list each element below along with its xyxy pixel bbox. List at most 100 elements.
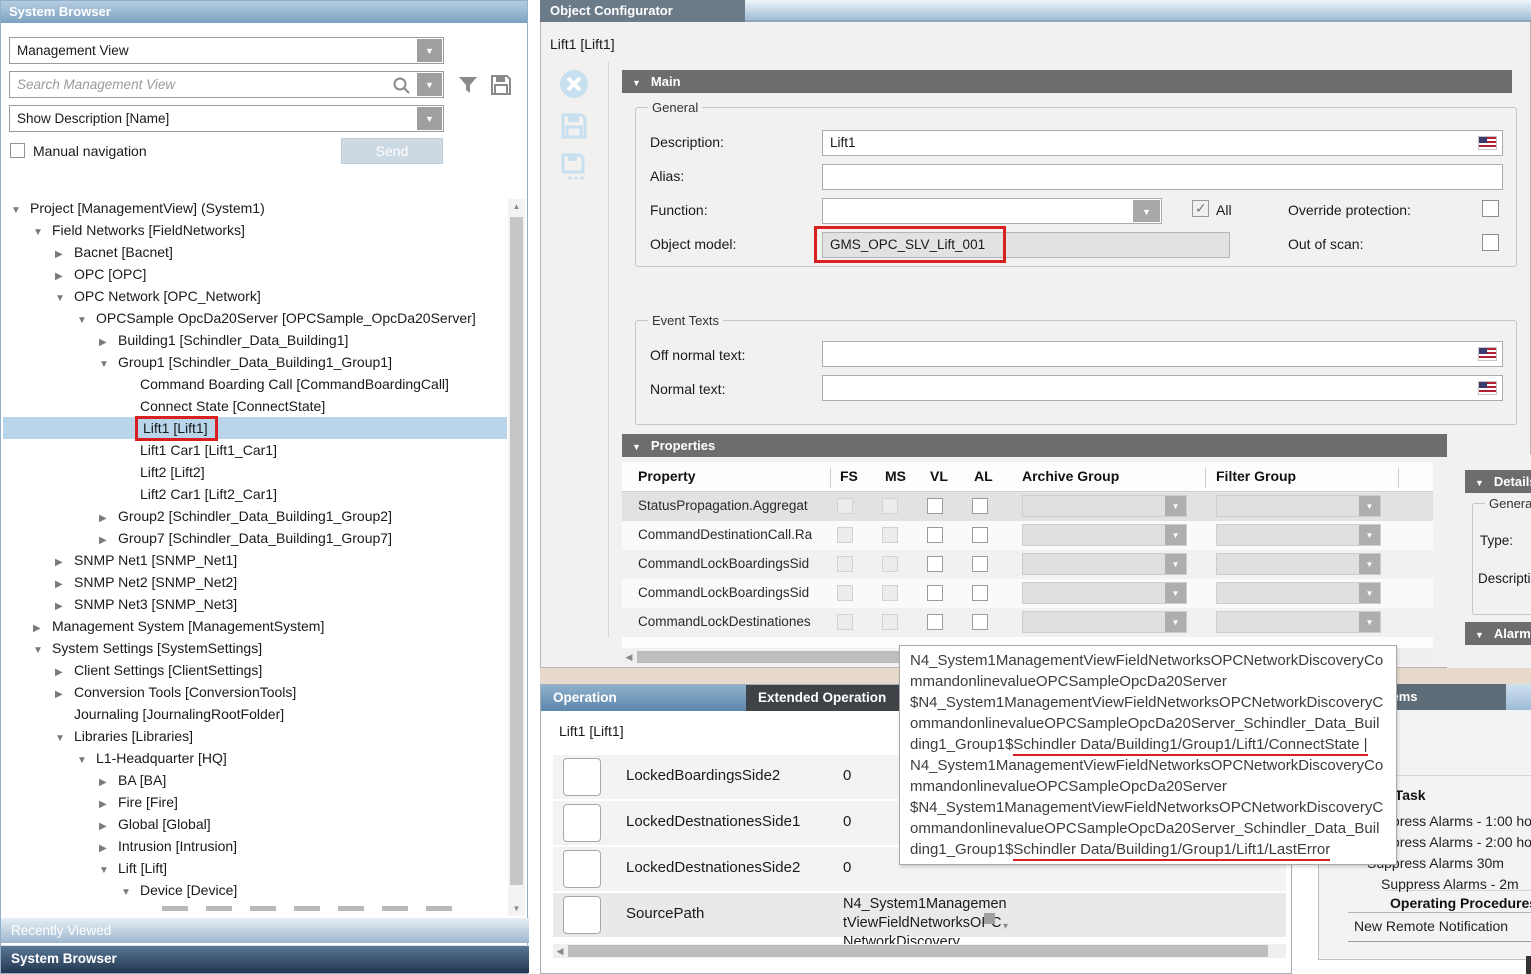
related-item[interactable]: Suppress Alarms - 2m (1381, 876, 1519, 892)
save-icon[interactable] (560, 112, 588, 140)
tree-item[interactable]: ▶SNMP Net1 [SNMP_Net1] (3, 549, 507, 571)
alarms-section-header[interactable]: ▼Alarms (1465, 622, 1531, 645)
tree-item[interactable]: ▶BA [BA] (3, 769, 507, 791)
search-icon[interactable] (392, 76, 411, 95)
tree-item[interactable] (3, 901, 507, 916)
al-checkbox[interactable] (972, 498, 988, 514)
tree-scrollbar[interactable]: ▲ ▼ (508, 199, 525, 916)
expanded-arrow-icon[interactable]: ▼ (55, 728, 74, 750)
scroll-up-icon[interactable]: ▲ (508, 202, 525, 211)
tree-item[interactable]: ▼OPC Network [OPC_Network] (3, 285, 507, 307)
filter-group-dropdown[interactable]: ▼ (1216, 611, 1381, 633)
operation-row[interactable]: SourcePathN4_System1ManagementViewFieldN… (553, 893, 1286, 937)
all-checkbox[interactable] (1192, 200, 1209, 217)
tree-item[interactable]: ▼System Settings [SystemSettings] (3, 637, 507, 659)
tree-item[interactable]: ▶Fire [Fire] (3, 791, 507, 813)
tab-extended-operation[interactable]: Extended Operation (746, 685, 901, 711)
scrollbar-thumb[interactable] (568, 945, 1268, 957)
tree-item[interactable]: Lift2 Car1 [Lift2_Car1] (3, 483, 507, 505)
archive-group-dropdown[interactable]: ▼ (1022, 553, 1187, 575)
tree-item[interactable]: ▶Conversion Tools [ConversionTools] (3, 681, 507, 703)
column-property[interactable]: Property (638, 468, 696, 484)
function-combobox[interactable]: ▼ (822, 198, 1162, 224)
discard-changes-icon[interactable] (558, 68, 590, 100)
search-input[interactable]: Search Management View ▼ (9, 71, 444, 98)
properties-section-header[interactable]: ▼Properties (622, 434, 1447, 457)
vl-checkbox[interactable] (927, 585, 943, 601)
tree-item[interactable]: ▼Field Networks [FieldNetworks] (3, 219, 507, 241)
tree-item[interactable]: ▶Management System [ManagementSystem] (3, 615, 507, 637)
column-archive-group[interactable]: Archive Group (1022, 468, 1119, 484)
tree-item[interactable]: ▶SNMP Net3 [SNMP_Net3] (3, 593, 507, 615)
expanded-arrow-icon[interactable]: ▼ (33, 640, 52, 662)
filter-group-dropdown[interactable]: ▼ (1216, 524, 1381, 546)
tree-item[interactable]: ▼Lift [Lift] (3, 857, 507, 879)
filter-group-dropdown[interactable]: ▼ (1216, 553, 1381, 575)
main-section-header[interactable]: ▼Main (622, 70, 1512, 93)
language-flag-icon[interactable] (1479, 137, 1496, 149)
chevron-down-icon[interactable]: ▼ (1165, 612, 1186, 632)
alias-field[interactable] (822, 164, 1503, 190)
vl-checkbox[interactable] (927, 556, 943, 572)
expanded-arrow-icon[interactable]: ▼ (55, 288, 74, 310)
description-field[interactable]: Lift1 (822, 130, 1503, 156)
tree-item[interactable]: ▶Intrusion [Intrusion] (3, 835, 507, 857)
off-normal-text-field[interactable] (822, 341, 1503, 367)
tree-item[interactable]: ▶Group2 [Schindler_Data_Building1_Group2… (3, 505, 507, 527)
chevron-down-icon[interactable]: ▼ (1359, 554, 1380, 574)
tree-item[interactable]: ▶Bacnet [Bacnet] (3, 241, 507, 263)
expanded-arrow-icon[interactable]: ▼ (99, 860, 118, 882)
view-selector-combobox[interactable]: Management View ▼ (9, 37, 444, 64)
filter-icon[interactable] (455, 72, 481, 98)
operation-command-button[interactable] (563, 804, 601, 842)
chevron-down-icon[interactable]: ▼ (1165, 583, 1186, 603)
column-fs[interactable]: FS (840, 468, 858, 484)
property-row[interactable]: CommandLockBoardingsSid▼▼ (622, 579, 1433, 608)
filter-group-dropdown[interactable]: ▼ (1216, 582, 1381, 604)
expanded-arrow-icon[interactable]: ▼ (77, 310, 96, 332)
al-checkbox[interactable] (972, 614, 988, 630)
tree-item[interactable]: Connect State [ConnectState] (3, 395, 507, 417)
tree-item[interactable]: ▶Group7 [Schindler_Data_Building1_Group7… (3, 527, 507, 549)
normal-text-field[interactable] (822, 375, 1503, 401)
property-row[interactable]: CommandLockDestinationes▼▼ (622, 608, 1433, 637)
archive-group-dropdown[interactable]: ▼ (1022, 582, 1187, 604)
al-checkbox[interactable] (972, 556, 988, 572)
expanded-arrow-icon[interactable]: ▼ (1475, 630, 1484, 640)
chevron-down-icon[interactable]: ▼ (1359, 496, 1380, 516)
out-of-scan-checkbox[interactable] (1482, 234, 1499, 251)
expand-icon[interactable] (984, 913, 995, 924)
column-ms[interactable]: MS (885, 468, 906, 484)
column-filter-group[interactable]: Filter Group (1216, 468, 1296, 484)
expanded-arrow-icon[interactable]: ▼ (77, 750, 96, 772)
tree-item[interactable]: ▶SNMP Net2 [SNMP_Net2] (3, 571, 507, 593)
operation-hscrollbar[interactable]: ◀ (553, 944, 1286, 958)
expanded-arrow-icon[interactable]: ▼ (632, 78, 641, 88)
property-row[interactable]: StatusPropagation.Aggregat▼▼ (622, 492, 1433, 521)
tree-item[interactable]: ▼OPCSample OpcDa20Server [OPCSample_OpcD… (3, 307, 507, 329)
language-flag-icon[interactable] (1479, 348, 1496, 360)
details-section-header[interactable]: ▼Details (1465, 470, 1531, 493)
archive-group-dropdown[interactable]: ▼ (1022, 524, 1187, 546)
tree-item[interactable]: Command Boarding Call [CommandBoardingCa… (3, 373, 507, 395)
property-row[interactable]: CommandLockBoardingsSid▼▼ (622, 550, 1433, 579)
scrollbar-thumb[interactable] (510, 217, 523, 885)
save-search-icon[interactable] (488, 72, 514, 98)
chevron-down-icon[interactable]: ▾ (1003, 921, 1008, 932)
search-options-chevron-icon[interactable]: ▼ (417, 73, 442, 96)
column-al[interactable]: AL (974, 468, 993, 484)
expanded-arrow-icon[interactable]: ▼ (33, 222, 52, 244)
tree-item[interactable]: ▼Group1 [Schindler_Data_Building1_Group1… (3, 351, 507, 373)
operation-command-button[interactable] (563, 850, 601, 888)
filter-group-dropdown[interactable]: ▼ (1216, 495, 1381, 517)
chevron-down-icon[interactable]: ▼ (1359, 583, 1380, 603)
chevron-down-icon[interactable]: ▼ (1359, 525, 1380, 545)
display-mode-combobox[interactable]: Show Description [Name] ▼ (9, 105, 444, 132)
scroll-down-icon[interactable]: ▼ (508, 904, 525, 913)
object-configurator-tab[interactable]: Object Configurator (540, 0, 745, 22)
tree-item[interactable]: Lift1 [Lift1] (3, 417, 507, 439)
tree-item[interactable]: ▶Building1 [Schindler_Data_Building1] (3, 329, 507, 351)
tree-item[interactable]: Journaling [JournalingRootFolder] (3, 703, 507, 725)
tree-item[interactable]: Lift2 [Lift2] (3, 461, 507, 483)
expanded-arrow-icon[interactable]: ▼ (632, 442, 641, 452)
